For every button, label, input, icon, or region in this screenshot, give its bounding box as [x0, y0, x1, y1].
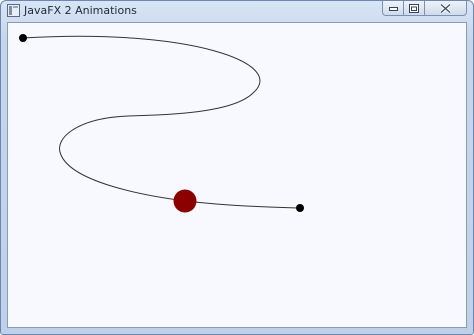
animated-circle — [173, 189, 197, 213]
title-bar[interactable]: JavaFX 2 Animations — [1, 1, 473, 21]
path-end-point — [296, 204, 304, 212]
maximize-button[interactable] — [404, 1, 425, 16]
minimize-button[interactable] — [382, 1, 404, 16]
animation-scene — [19, 34, 304, 213]
minimize-icon — [388, 7, 398, 11]
caption-buttons — [382, 1, 467, 17]
close-button[interactable] — [425, 1, 467, 16]
app-window: JavaFX 2 Animations — [0, 0, 474, 335]
app-icon — [7, 4, 20, 17]
close-icon — [440, 3, 451, 13]
path-start-point — [19, 34, 27, 42]
animation-canvas — [7, 22, 467, 328]
window-title: JavaFX 2 Animations — [24, 4, 137, 17]
maximize-icon — [409, 3, 419, 13]
animation-path — [22, 35, 301, 209]
